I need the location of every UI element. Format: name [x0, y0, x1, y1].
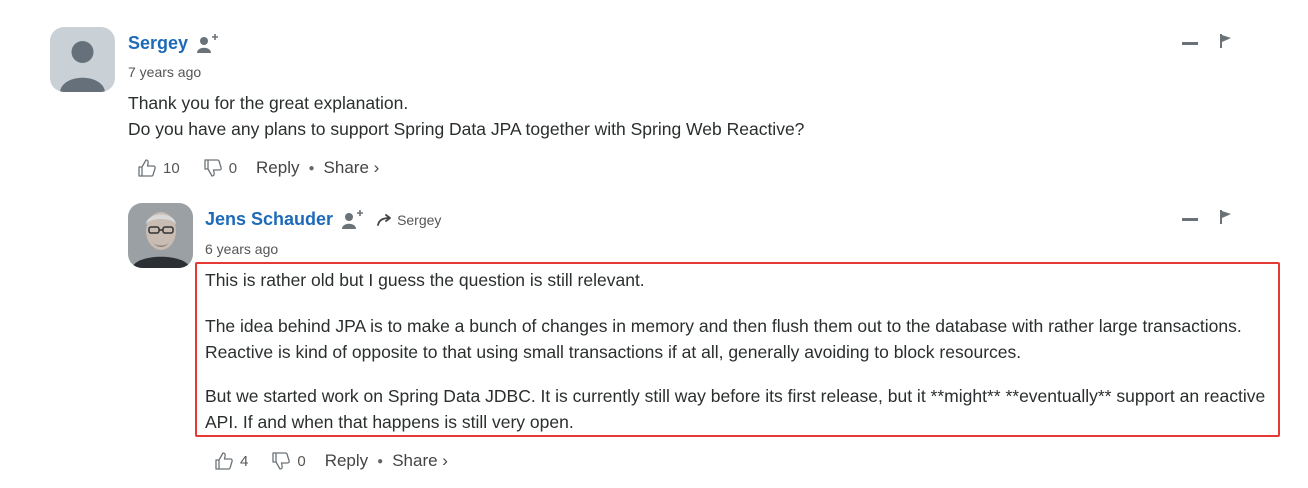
upvote-button[interactable]: 10 — [137, 158, 180, 178]
follow-user-icon[interactable] — [197, 33, 219, 54]
thumbs-down-icon — [204, 159, 222, 177]
minus-icon — [1182, 218, 1198, 221]
share-button[interactable]: Share › — [324, 158, 380, 178]
comment-paragraph: The idea behind JPA is to make a bunch o… — [205, 316, 1242, 362]
upvote-button[interactable]: 4 — [214, 451, 248, 471]
separator-dot: ● — [308, 162, 315, 174]
follow-user-icon[interactable] — [342, 209, 364, 230]
comment-actions: 10 0 Reply ● Share › — [137, 156, 379, 180]
comment-paragraph: But we started work on Spring Data JDBC.… — [205, 386, 1266, 432]
avatar-sergey[interactable] — [50, 27, 115, 92]
downvote-button[interactable]: 0 — [271, 451, 306, 471]
comment-timestamp[interactable]: 7 years ago — [128, 64, 201, 80]
flag-icon — [1220, 210, 1231, 224]
comment-actions: 4 0 Reply ● Share › — [214, 449, 448, 473]
collapse-button[interactable] — [1182, 218, 1198, 221]
thumbs-up-icon — [138, 159, 156, 177]
reply-to-name: Sergey — [397, 211, 442, 228]
reply-button[interactable]: Reply — [325, 451, 368, 471]
comment-body: Thank you for the great explanation. Do … — [128, 90, 1228, 142]
collapse-button[interactable] — [1182, 42, 1198, 45]
author-name-jens-schauder[interactable]: Jens Schauder — [205, 209, 333, 230]
thumbs-up-icon — [215, 452, 233, 470]
reply-arrow-icon — [377, 213, 391, 226]
reply-button[interactable]: Reply — [256, 158, 299, 178]
upvote-count: 10 — [163, 159, 180, 177]
flag-button[interactable] — [1220, 210, 1232, 229]
share-button[interactable]: Share › — [392, 451, 448, 471]
downvote-button[interactable]: 0 — [203, 158, 237, 178]
comment-paragraph: Do you have any plans to support Spring … — [128, 119, 805, 139]
flag-icon — [1220, 34, 1231, 48]
in-reply-to[interactable]: Sergey — [377, 212, 441, 228]
thumbs-down-icon — [272, 452, 291, 470]
author-name-sergey[interactable]: Sergey — [128, 33, 188, 54]
comment-body: This is rather old but I guess the quest… — [205, 267, 1267, 435]
avatar-jens-schauder[interactable] — [128, 203, 193, 268]
downvote-count: 0 — [297, 452, 306, 470]
comment-paragraph: Thank you for the great explanation. — [128, 93, 409, 113]
upvote-count: 4 — [240, 452, 249, 470]
separator-dot: ● — [377, 455, 384, 467]
minus-icon — [1182, 42, 1198, 45]
downvote-count: 0 — [228, 159, 238, 177]
comment-timestamp[interactable]: 6 years ago — [205, 241, 278, 257]
flag-button[interactable] — [1220, 34, 1232, 53]
comment-paragraph: This is rather old but I guess the quest… — [205, 270, 645, 290]
